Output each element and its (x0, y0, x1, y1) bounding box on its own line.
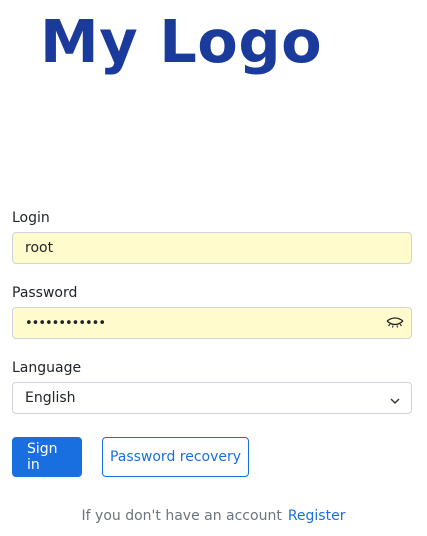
password-input[interactable]: •••••••••••• (12, 307, 412, 339)
language-label: Language (12, 360, 82, 376)
language-select-value: English (25, 390, 76, 406)
form-actions: Sign in Password recovery (12, 437, 249, 477)
login-form: Login root Password •••••••••••• Languag… (12, 208, 412, 414)
password-label: Password (12, 285, 78, 301)
register-prompt: If you don't have an account Register (0, 506, 427, 526)
chevron-down-icon (389, 394, 401, 405)
logo: My Logo (40, 7, 323, 76)
sign-in-button[interactable]: Sign in (12, 437, 82, 477)
login-input-value: root (25, 240, 54, 256)
login-page: My Logo Login root Password •••••••••••• (0, 0, 427, 536)
register-link[interactable]: Register (288, 508, 346, 524)
login-input[interactable]: root (12, 232, 412, 264)
language-select[interactable]: English (12, 382, 412, 414)
password-recovery-button[interactable]: Password recovery (102, 437, 249, 477)
password-input-value: •••••••••••• (25, 315, 106, 331)
login-label: Login (12, 210, 50, 226)
register-prompt-text: If you don't have an account (81, 508, 282, 524)
closed-eye-icon[interactable] (385, 315, 405, 331)
